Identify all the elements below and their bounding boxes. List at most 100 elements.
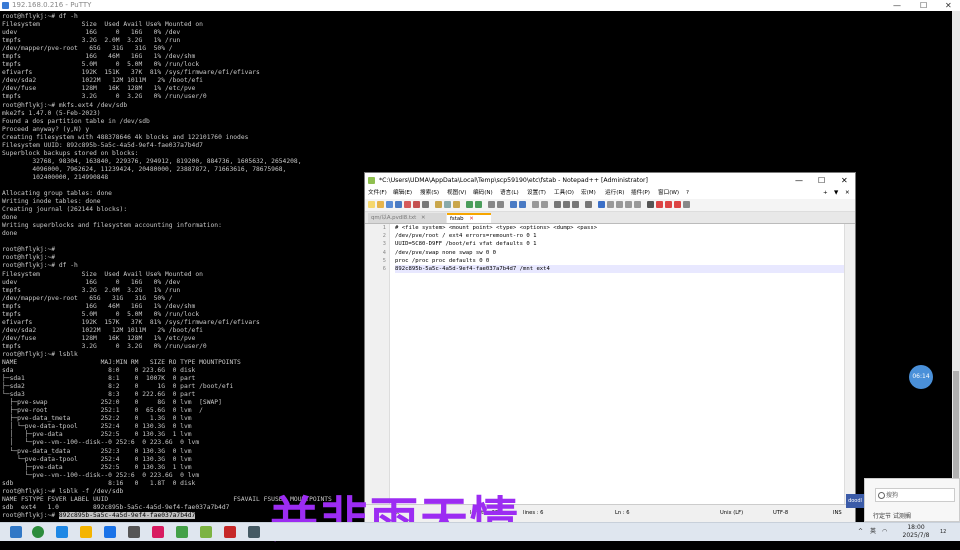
tab-pvdl8-txt[interactable]: qm/以A.pvdl8.txt ✕ bbox=[368, 213, 446, 223]
editor-area[interactable]: 1 2 3 4 5 6 # <file system> <mount point… bbox=[367, 224, 844, 504]
floating-timer-bubble[interactable]: 06:14 bbox=[909, 365, 933, 389]
terminal-line: tmpfs 16G 46M 16G 1% /dev/shm bbox=[2, 302, 196, 310]
app-icon[interactable] bbox=[56, 526, 68, 538]
putty-terminal[interactable]: root@hflykj:~# df -h Filesystem Size Used… bbox=[0, 11, 362, 522]
putty-minimize-button[interactable]: — bbox=[893, 0, 901, 11]
app-icon[interactable] bbox=[152, 526, 164, 538]
app-icon[interactable] bbox=[176, 526, 188, 538]
notepadpp-taskbar-icon[interactable] bbox=[200, 526, 212, 538]
menu-search[interactable]: 搜索(S) bbox=[420, 188, 439, 199]
terminal-line: /dev/fuse 128M 16K 128M 1% /etc/pve bbox=[2, 85, 196, 93]
macro-stop-icon[interactable] bbox=[656, 201, 663, 208]
word-wrap-icon[interactable] bbox=[554, 201, 561, 208]
close-file-icon[interactable] bbox=[404, 201, 411, 208]
menu-settings[interactable]: 设置(T) bbox=[527, 188, 546, 199]
file-explorer-icon[interactable] bbox=[80, 526, 92, 538]
notepadpp-close-button[interactable]: ✕ bbox=[841, 173, 848, 188]
zoom-out-icon[interactable] bbox=[519, 201, 526, 208]
show-all-chars-icon[interactable] bbox=[563, 201, 570, 208]
cut-icon[interactable] bbox=[435, 201, 442, 208]
putty-close-button[interactable]: ✕ bbox=[945, 0, 952, 11]
redo-icon[interactable] bbox=[475, 201, 482, 208]
indent-guide-icon[interactable] bbox=[572, 201, 579, 208]
terminal-line: tmpfs 3.2G 2.0M 3.2G 1% /run bbox=[2, 37, 181, 45]
code-text[interactable]: # <file system> <mount point> <type> <op… bbox=[395, 224, 844, 274]
open-file-icon[interactable] bbox=[377, 201, 384, 208]
notepadpp-maximize-button[interactable]: ☐ bbox=[818, 173, 825, 188]
terminal-line: tmpfs 3.2G 0 3.2G 0% /run/user/0 bbox=[2, 93, 207, 101]
putty-taskbar-icon[interactable] bbox=[248, 526, 260, 538]
terminal-line: root@hflykj:~# lsblk bbox=[2, 350, 78, 358]
editor-scrollbar[interactable] bbox=[844, 224, 855, 504]
find-icon[interactable] bbox=[488, 201, 495, 208]
print-icon[interactable] bbox=[422, 201, 429, 208]
start-menu-icon[interactable] bbox=[10, 526, 22, 538]
terminal-line: tmpfs 16G 46M 16G 1% /dev/shm bbox=[2, 53, 196, 61]
terminal-line: udev 16G 0 16G 0% /dev bbox=[2, 278, 181, 286]
input-method-popup: 搜狗 行定节 试测搁 bbox=[864, 478, 960, 522]
macro-run-multiple-icon[interactable] bbox=[674, 201, 681, 208]
menu-run[interactable]: 运行(R) bbox=[605, 188, 624, 199]
paste-icon[interactable] bbox=[453, 201, 460, 208]
code-line[interactable]: proc /proc proc defaults 0 0 bbox=[395, 257, 844, 265]
notepadpp-minimize-button[interactable]: — bbox=[795, 173, 803, 188]
save-icon[interactable] bbox=[386, 201, 393, 208]
tab-close-icon[interactable]: ✕ bbox=[469, 216, 474, 222]
menu-add-icon[interactable]: + bbox=[823, 188, 828, 199]
undo-icon[interactable] bbox=[466, 201, 473, 208]
settings-gear-icon[interactable] bbox=[128, 526, 140, 538]
menu-edit[interactable]: 编辑(E) bbox=[393, 188, 412, 199]
code-line-current[interactable]: 892c895b-5a5c-4a5d-9ef4-fae037a7b4d7 /mn… bbox=[395, 264, 844, 274]
doc-list-icon[interactable] bbox=[634, 201, 641, 208]
menu-dropdown-icon[interactable]: ▼ bbox=[834, 188, 838, 199]
system-clock[interactable]: 18:00 2025/7/8 bbox=[896, 524, 936, 540]
replace-icon[interactable] bbox=[497, 201, 504, 208]
tab-close-icon[interactable]: ✕ bbox=[421, 215, 426, 221]
menu-language[interactable]: 语言(L) bbox=[500, 188, 519, 199]
close-all-icon[interactable] bbox=[413, 201, 420, 208]
putty-app-icon bbox=[2, 2, 9, 9]
menu-tools[interactable]: 工具(O) bbox=[554, 188, 574, 199]
zoom-in-icon[interactable] bbox=[510, 201, 517, 208]
chrome-icon[interactable] bbox=[32, 526, 44, 538]
menu-macro[interactable]: 宏(M) bbox=[581, 188, 596, 199]
terminal-line: tmpfs 3.2G 2.0M 3.2G 1% /run bbox=[2, 286, 181, 294]
wifi-icon[interactable]: ◠ bbox=[882, 523, 887, 541]
code-line[interactable]: /dev/pve/root / ext4 errors=remount-ro 0… bbox=[395, 232, 844, 240]
folder-workspace-icon[interactable] bbox=[616, 201, 623, 208]
save-all-icon[interactable] bbox=[395, 201, 402, 208]
popup-search-box[interactable]: 搜狗 bbox=[875, 488, 955, 502]
code-line[interactable]: UUID=5C80-D9FF /boot/efi vfat defaults 0… bbox=[395, 240, 844, 248]
macro-play-icon[interactable] bbox=[665, 201, 672, 208]
menu-close-doc-icon[interactable]: ✕ bbox=[845, 188, 850, 199]
menu-encoding[interactable]: 编码(N) bbox=[473, 188, 493, 199]
menu-window[interactable]: 窗口(W) bbox=[658, 188, 679, 199]
terminal-selection[interactable]: 892c895b-5a5c-4a5d-9ef4-fae037a7b4d7 bbox=[58, 511, 196, 519]
new-file-icon[interactable] bbox=[368, 201, 375, 208]
code-line[interactable]: /dev/pve/swap none swap sw 0 0 bbox=[395, 249, 844, 257]
menu-file[interactable]: 文件(F) bbox=[368, 188, 387, 199]
input-language-indicator[interactable]: 英 bbox=[870, 523, 876, 541]
pdf-icon[interactable] bbox=[224, 526, 236, 538]
sync-horizontal-icon[interactable] bbox=[541, 201, 548, 208]
copy-icon[interactable] bbox=[444, 201, 451, 208]
code-line[interactable]: # <file system> <mount point> <type> <op… bbox=[395, 224, 844, 232]
tab-fstab[interactable]: fstab ✕ bbox=[447, 213, 491, 223]
macro-save-icon[interactable] bbox=[683, 201, 690, 208]
lang-dropdown-icon[interactable] bbox=[585, 201, 592, 208]
terminal-scrollbar[interactable] bbox=[952, 11, 960, 522]
sync-vertical-icon[interactable] bbox=[532, 201, 539, 208]
browser-icon[interactable] bbox=[104, 526, 116, 538]
notepadpp-window[interactable]: *C:\Users\UDMA\AppData\Local\Temp\scp591… bbox=[364, 172, 856, 522]
macro-record-icon[interactable] bbox=[647, 201, 654, 208]
putty-maximize-button[interactable]: ☐ bbox=[920, 0, 927, 11]
notification-badge[interactable]: 12 bbox=[940, 523, 946, 541]
tray-chevron-icon[interactable]: ^ bbox=[858, 523, 863, 541]
menu-view[interactable]: 视图(V) bbox=[447, 188, 466, 199]
menu-plugins[interactable]: 插件(P) bbox=[631, 188, 650, 199]
menu-help[interactable]: ? bbox=[686, 188, 689, 199]
side-thumbnail[interactable]: doodl bbox=[846, 494, 864, 508]
doc-map-icon[interactable] bbox=[598, 201, 605, 208]
monitoring-icon[interactable] bbox=[625, 201, 632, 208]
function-list-icon[interactable] bbox=[607, 201, 614, 208]
